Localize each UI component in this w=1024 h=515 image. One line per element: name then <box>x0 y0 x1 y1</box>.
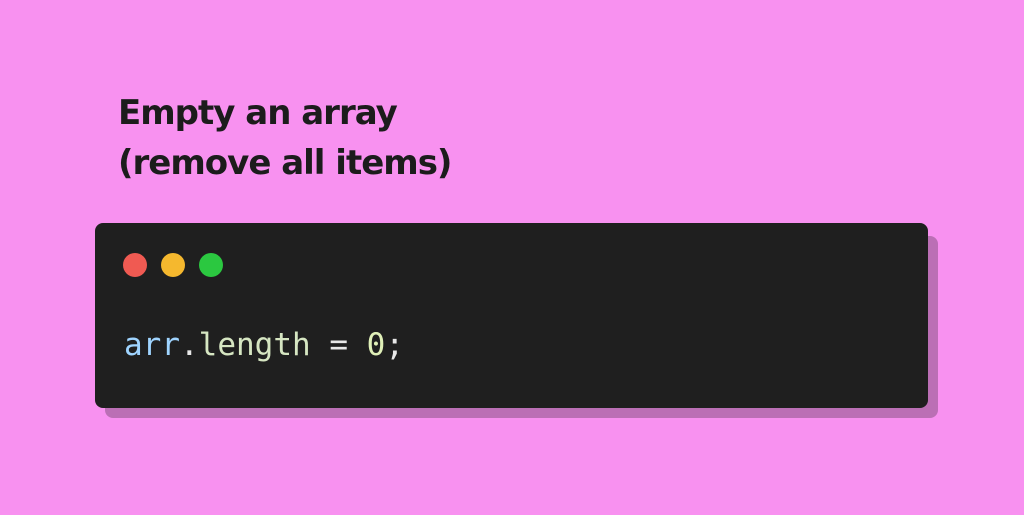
code-token-property: length <box>198 327 311 363</box>
code-line: arr.length = 0; <box>124 323 404 367</box>
title-line-2: (remove all items) <box>118 143 452 183</box>
code-token-dot: . <box>180 327 199 363</box>
window-controls <box>123 253 223 277</box>
code-window <box>95 223 928 408</box>
maximize-dot-icon <box>199 253 223 277</box>
code-token-variable: arr <box>124 327 180 363</box>
title-line-1: Empty an array <box>118 93 398 133</box>
code-token-operator: = <box>310 327 367 363</box>
close-dot-icon <box>123 253 147 277</box>
page-title: Empty an array (remove all items) <box>118 88 452 188</box>
minimize-dot-icon <box>161 253 185 277</box>
code-token-semicolon: ; <box>385 327 404 363</box>
code-token-number: 0 <box>366 327 386 363</box>
